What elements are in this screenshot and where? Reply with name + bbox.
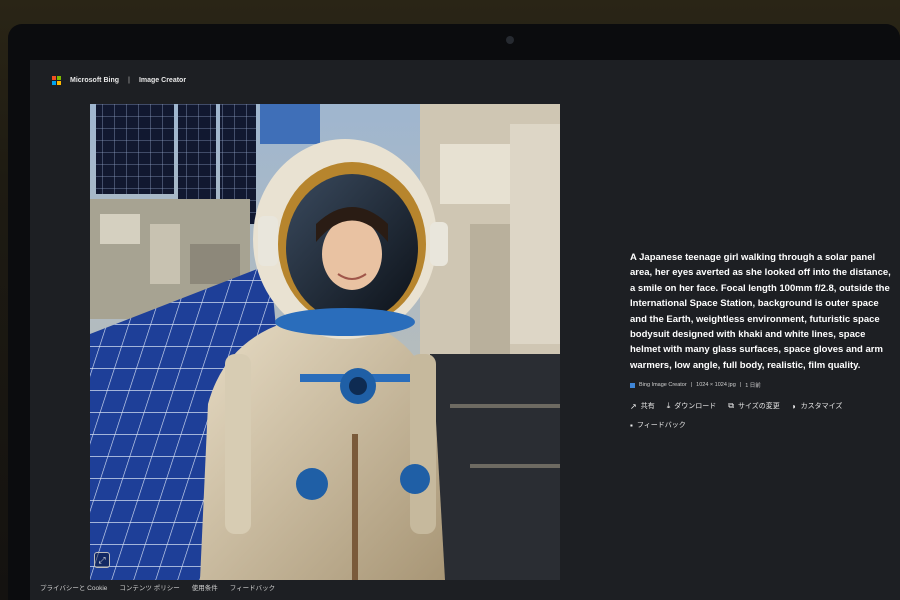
content-policy-link[interactable]: コンテンツ ポリシー: [119, 582, 179, 592]
brand-name[interactable]: Microsoft Bing: [70, 77, 119, 84]
expand-icon[interactable]: ⤢: [94, 552, 110, 568]
meta-time: 1 日前: [745, 383, 761, 390]
webcam: [506, 36, 514, 44]
footer-feedback-link[interactable]: フィードバック: [230, 582, 275, 592]
astronaut-image-illustration: [90, 104, 560, 580]
feedback-icon: ▪: [630, 420, 633, 430]
resize-label: サイズの変更: [737, 403, 780, 411]
image-meta: Bing Image Creator | 1024 × 1024 jpg | 1…: [630, 381, 892, 389]
microsoft-logo-icon[interactable]: [52, 75, 61, 85]
download-label: ダウンロード: [674, 403, 717, 411]
app-title[interactable]: Image Creator: [139, 77, 186, 84]
footer-links: プライバシーと Cookie コンテンツ ポリシー 使用条件 フィードバック: [40, 577, 275, 597]
top-bar: Microsoft Bing | Image Creator: [30, 60, 900, 100]
meta-separator: |: [690, 382, 693, 389]
download-button[interactable]: ⤓ ダウンロード: [667, 401, 717, 411]
share-label: 共有: [640, 403, 655, 411]
action-bar: ↗ 共有 ⤓ ダウンロード ⧉ サイズの変更 ◗ カスタマイズ ▪ フィードバッ…: [630, 401, 892, 430]
resize-button[interactable]: ⧉ サイズの変更: [728, 401, 780, 411]
customize-button[interactable]: ◗ カスタマイズ: [792, 401, 843, 411]
terms-link[interactable]: 使用条件: [192, 582, 218, 592]
customize-label: カスタマイズ: [800, 403, 843, 411]
generated-image[interactable]: ⤢: [90, 104, 560, 580]
prompt-description: A Japanese teenage girl walking through …: [630, 252, 891, 371]
image-info-panel: A Japanese teenage girl walking through …: [630, 250, 892, 430]
browser-screen: Microsoft Bing | Image Creator ⤢ A Japan…: [30, 60, 900, 600]
meta-separator-2: |: [739, 382, 742, 389]
meta-size: 1024 × 1024 jpg: [696, 382, 736, 389]
resize-icon: ⧉: [728, 401, 734, 411]
feedback-label: フィードバック: [636, 422, 686, 430]
bing-image-creator-icon: [630, 382, 635, 388]
customize-icon: ◗: [791, 401, 797, 411]
header-separator: |: [128, 76, 130, 84]
share-icon: ↗: [630, 401, 637, 411]
privacy-link[interactable]: プライバシーと Cookie: [40, 582, 107, 592]
meta-source: Bing Image Creator: [639, 382, 687, 389]
download-icon: ⤓: [666, 401, 671, 411]
feedback-button[interactable]: ▪ フィードバック: [630, 420, 686, 430]
share-button[interactable]: ↗ 共有: [630, 401, 655, 411]
